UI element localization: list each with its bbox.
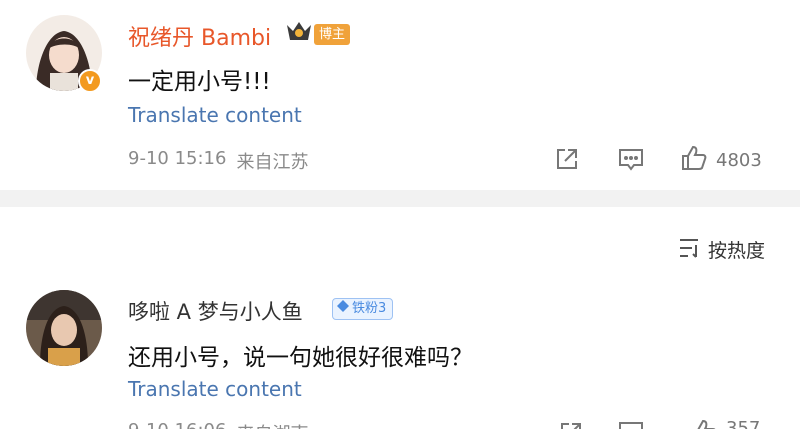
verified-icon: v: [78, 69, 102, 93]
sort-label: 按热度: [708, 240, 766, 262]
share-icon[interactable]: [558, 420, 584, 429]
like-button[interactable]: 357: [690, 418, 760, 429]
comment-username[interactable]: 哆啦 A 梦与小人鱼: [128, 296, 303, 326]
avatar[interactable]: [26, 290, 102, 366]
translate-link[interactable]: Translate content: [128, 103, 302, 127]
crown-icon: [284, 18, 314, 48]
comment-location: 来自湖南: [236, 420, 308, 429]
like-count: 4803: [716, 149, 762, 171]
comment-time: 9-10 16:06: [128, 420, 226, 429]
sort-toggle[interactable]: 按热度: [678, 236, 765, 263]
comment-icon[interactable]: [617, 147, 645, 177]
diamond-icon: [337, 299, 349, 319]
comment-username[interactable]: 祝绪丹 Bambi: [128, 20, 271, 52]
comment-text: 一定用小号!!!: [128, 69, 271, 95]
comment-icon[interactable]: [617, 420, 645, 429]
comment-meta: 9-10 15:16 来自江苏: [128, 148, 308, 174]
like-icon: [680, 144, 708, 176]
comment-time: 9-10 15:16: [128, 148, 227, 169]
comment-text: 还用小号，说一句她很好很难吗？: [128, 345, 473, 371]
fan-badge-label: 铁粉3: [352, 301, 387, 316]
comment-meta-clip: 9-10 16:06 来自湖南 357: [0, 418, 800, 429]
comment-meta: 9-10 16:06 来自湖南: [128, 420, 308, 429]
sort-icon: [678, 237, 702, 263]
host-badge: 博主: [314, 24, 351, 45]
comment-location: 来自江苏: [236, 152, 309, 173]
like-count: 357: [726, 418, 761, 429]
share-icon[interactable]: [554, 146, 580, 176]
fan-badge: 铁粉3: [332, 298, 394, 320]
like-button[interactable]: 4803: [680, 144, 762, 176]
translate-link[interactable]: Translate content: [128, 377, 302, 401]
section-divider: [0, 190, 800, 207]
like-icon: [690, 418, 718, 429]
